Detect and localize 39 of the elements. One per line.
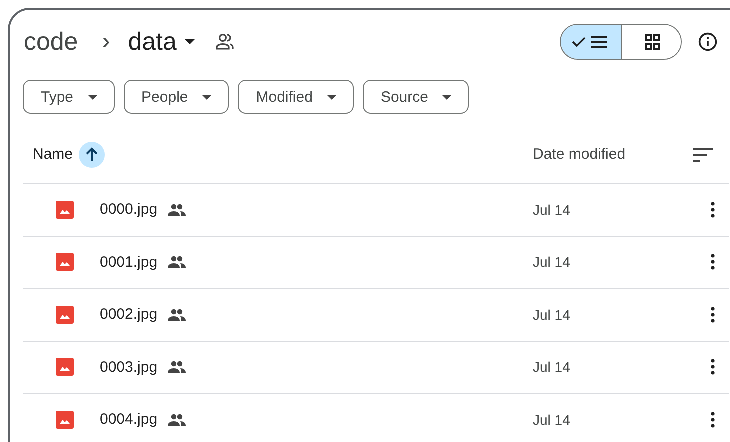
more-options-icon[interactable] xyxy=(711,306,715,323)
file-name[interactable]: 0002.jpg xyxy=(100,306,158,324)
date-modified: Jul 14 xyxy=(533,359,570,376)
image-file-icon xyxy=(56,200,74,219)
breadcrumb-separator: › xyxy=(102,28,110,56)
caret-icon xyxy=(442,94,452,100)
file-name[interactable]: 0004.jpg xyxy=(100,411,158,428)
breadcrumb-link[interactable]: code xyxy=(24,28,84,56)
file-name[interactable]: 0000.jpg xyxy=(100,201,158,218)
filter-dropdown[interactable]: Modified xyxy=(238,80,354,114)
image-file-icon xyxy=(56,306,74,324)
date-modified: Jul 14 xyxy=(533,254,570,270)
info-icon[interactable] xyxy=(698,32,718,52)
column-header[interactable]: Name xyxy=(33,146,74,163)
more-options-icon[interactable] xyxy=(711,254,715,270)
more-options-icon[interactable] xyxy=(711,202,715,218)
people-icon xyxy=(214,33,235,51)
file-name[interactable]: 0001.jpg xyxy=(100,254,158,271)
image-file-icon xyxy=(56,410,74,429)
caret-icon xyxy=(184,39,195,45)
caret-icon xyxy=(88,94,98,100)
caret-icon xyxy=(326,94,337,100)
date-modified: Jul 14 xyxy=(533,412,570,428)
image-file-icon xyxy=(56,358,74,376)
caret-icon xyxy=(202,94,212,100)
grid-view-button[interactable] xyxy=(621,25,681,59)
date-modified: Jul 14 xyxy=(533,306,570,323)
column-header[interactable]: Date modified xyxy=(533,146,626,163)
filter-dropdown[interactable]: Type xyxy=(23,80,115,114)
sort-options-icon[interactable] xyxy=(693,148,715,162)
file-name[interactable]: 0003.jpg xyxy=(100,358,158,376)
image-file-icon xyxy=(56,253,74,272)
filter-dropdown[interactable]: Source xyxy=(362,80,470,114)
list-view-button[interactable] xyxy=(561,25,621,59)
more-options-icon[interactable] xyxy=(711,412,715,428)
more-options-icon[interactable] xyxy=(711,359,715,376)
filter-dropdown[interactable]: People xyxy=(124,80,230,114)
folder-menu-button[interactable]: data xyxy=(128,28,195,56)
date-modified: Jul 14 xyxy=(533,202,570,218)
